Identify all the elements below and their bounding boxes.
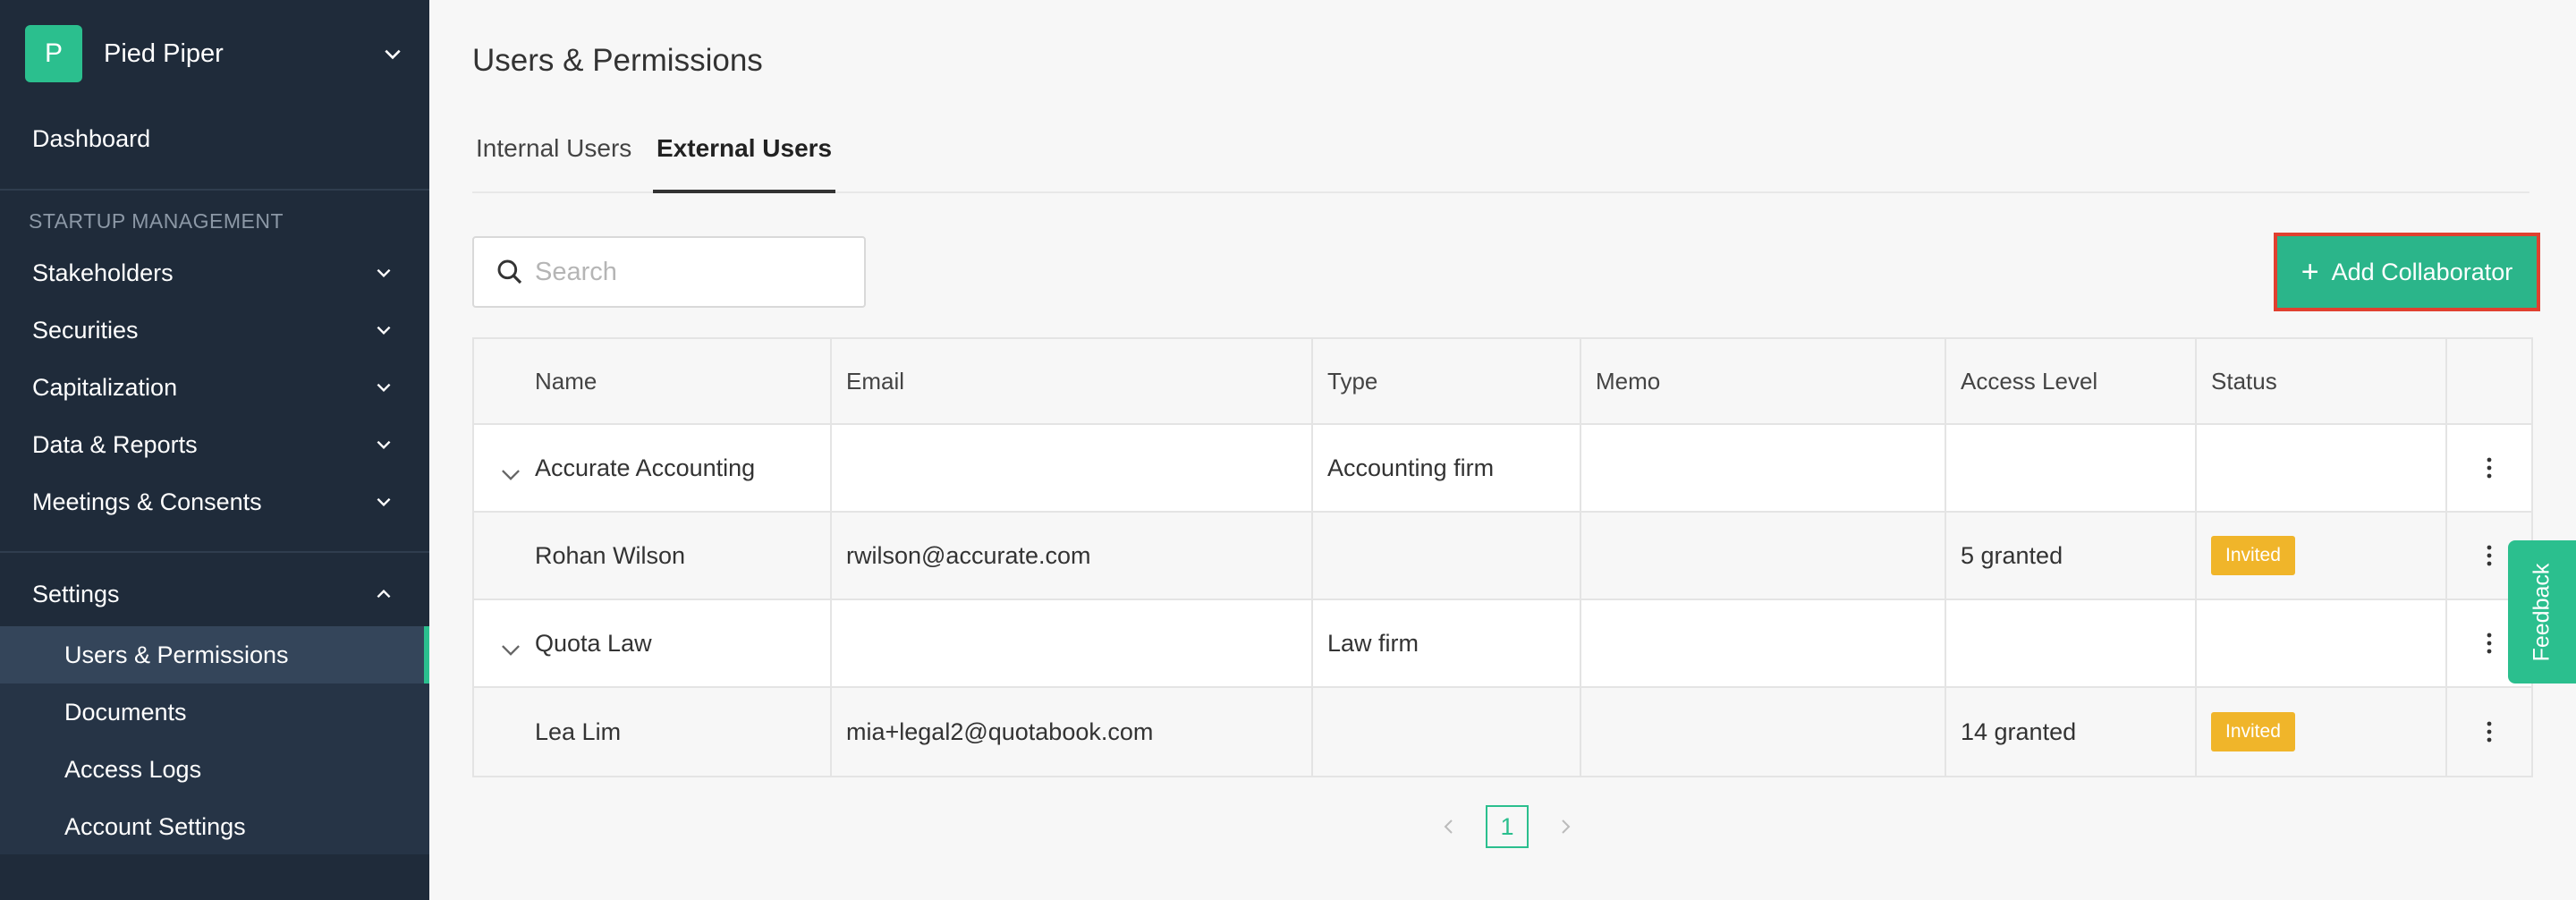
column-header-status[interactable]: Status xyxy=(2197,339,2447,423)
chevron-down-icon xyxy=(370,431,397,458)
page-title: Users & Permissions xyxy=(472,43,763,78)
sidebar-item-label: Account Settings xyxy=(64,812,246,840)
sidebar-item-label: Access Logs xyxy=(64,755,202,783)
table-row[interactable]: Rohan Wilson rwilson@accurate.com 5 gran… xyxy=(474,513,2531,600)
chevron-down-icon xyxy=(370,317,397,344)
add-collaborator-button[interactable]: + Add Collaborator xyxy=(2274,233,2540,311)
cell-memo xyxy=(1581,425,1946,511)
sidebar-item-data-reports[interactable]: Data & Reports xyxy=(0,417,429,472)
sidebar-item-label: Stakeholders xyxy=(32,259,174,286)
sidebar-item-access-logs[interactable]: Access Logs xyxy=(0,741,429,798)
search-box xyxy=(472,236,866,308)
sidebar-item-securities[interactable]: Securities xyxy=(0,302,429,358)
cell-email: rwilson@accurate.com xyxy=(832,513,1313,599)
cell-email xyxy=(832,600,1313,686)
feedback-tab[interactable]: Feedback xyxy=(2508,540,2576,683)
org-avatar: P xyxy=(25,25,82,82)
page-number-current[interactable]: 1 xyxy=(1486,805,1529,848)
column-header-name[interactable]: Name xyxy=(474,339,832,423)
cell-name: Quota Law xyxy=(474,600,832,686)
settings-submenu: Users & Permissions Documents Access Log… xyxy=(0,626,429,854)
search-icon xyxy=(497,259,522,284)
cell-status: Invited xyxy=(2197,513,2447,599)
sidebar-item-users-permissions[interactable]: Users & Permissions xyxy=(0,626,429,683)
sidebar-item-documents[interactable]: Documents xyxy=(0,683,429,741)
sidebar-item-label: Meetings & Consents xyxy=(32,488,262,515)
table-row[interactable]: Accurate Accounting Accounting firm xyxy=(474,425,2531,513)
cell-memo xyxy=(1581,688,1946,776)
sidebar-item-account-settings[interactable]: Account Settings xyxy=(0,798,429,855)
cell-type xyxy=(1313,688,1581,776)
cell-access-level xyxy=(1946,600,2197,686)
more-options-icon[interactable] xyxy=(2447,456,2531,480)
feedback-label: Feedback xyxy=(2529,563,2555,661)
cell-access-level xyxy=(1946,425,2197,511)
sidebar-item-settings[interactable]: Settings xyxy=(0,566,429,622)
sidebar-item-label: Users & Permissions xyxy=(64,641,289,668)
sidebar-item-label: Dashboard xyxy=(32,124,151,152)
main-content: Users & Permissions Internal Users Exter… xyxy=(429,0,2576,900)
cell-status xyxy=(2197,600,2447,686)
sidebar-item-meetings-consents[interactable]: Meetings & Consents xyxy=(0,474,429,530)
sidebar-item-label: Settings xyxy=(32,580,120,607)
chevron-down-icon xyxy=(370,374,397,401)
cell-type xyxy=(1313,513,1581,599)
status-badge: Invited xyxy=(2211,712,2295,751)
cell-email xyxy=(832,425,1313,511)
cell-access-level: 14 granted xyxy=(1946,688,2197,776)
org-switcher[interactable]: P Pied Piper xyxy=(25,25,406,82)
tab-internal-users[interactable]: Internal Users xyxy=(476,134,631,191)
org-name: Pied Piper xyxy=(104,38,224,68)
chevron-right-icon[interactable] xyxy=(1556,818,1574,836)
search-input[interactable] xyxy=(535,257,857,287)
tab-bar: Internal Users External Users xyxy=(472,116,2529,193)
sidebar-item-label: Capitalization xyxy=(32,373,178,401)
column-header-memo[interactable]: Memo xyxy=(1581,339,1946,423)
chevron-down-icon[interactable] xyxy=(379,40,406,67)
plus-icon: + xyxy=(2301,255,2319,289)
column-header-access-level[interactable]: Access Level xyxy=(1946,339,2197,423)
sidebar-item-capitalization[interactable]: Capitalization xyxy=(0,360,429,415)
pagination: 1 xyxy=(1440,804,1574,849)
sidebar-item-label: Documents xyxy=(64,698,187,726)
cell-type: Accounting firm xyxy=(1313,425,1581,511)
cell-memo xyxy=(1581,513,1946,599)
column-header-actions xyxy=(2447,339,2531,423)
chevron-up-icon xyxy=(370,581,397,607)
divider xyxy=(0,551,429,553)
cell-type: Law firm xyxy=(1313,600,1581,686)
row-actions xyxy=(2447,425,2531,511)
cell-name: Accurate Accounting xyxy=(474,425,832,511)
sidebar-item-stakeholders[interactable]: Stakeholders xyxy=(0,245,429,301)
table-header: Name Email Type Memo Access Level Status xyxy=(474,339,2531,425)
cell-name: Rohan Wilson xyxy=(474,513,832,599)
section-title: STARTUP MANAGEMENT xyxy=(29,209,284,233)
chevron-down-icon xyxy=(370,259,397,286)
more-options-icon[interactable] xyxy=(2447,720,2531,743)
table-row[interactable]: Quota Law Law firm xyxy=(474,600,2531,688)
divider xyxy=(0,189,429,191)
sidebar-item-dashboard[interactable]: Dashboard xyxy=(0,111,429,166)
column-header-type[interactable]: Type xyxy=(1313,339,1581,423)
cell-email: mia+legal2@quotabook.com xyxy=(832,688,1313,776)
status-badge: Invited xyxy=(2211,536,2295,575)
table-row[interactable]: Lea Lim mia+legal2@quotabook.com 14 gran… xyxy=(474,688,2531,776)
chevron-left-icon[interactable] xyxy=(1440,818,1458,836)
add-collaborator-label: Add Collaborator xyxy=(2331,258,2513,285)
tab-external-users[interactable]: External Users xyxy=(652,134,836,193)
row-actions xyxy=(2447,688,2531,776)
sidebar-item-label: Data & Reports xyxy=(32,430,198,458)
cell-status xyxy=(2197,425,2447,511)
cell-status: Invited xyxy=(2197,688,2447,776)
sidebar: P Pied Piper Dashboard STARTUP MANAGEMEN… xyxy=(0,0,429,900)
cell-memo xyxy=(1581,600,1946,686)
cell-name: Lea Lim xyxy=(474,688,832,776)
column-header-email[interactable]: Email xyxy=(832,339,1313,423)
users-table: Name Email Type Memo Access Level Status… xyxy=(472,337,2533,777)
cell-access-level: 5 granted xyxy=(1946,513,2197,599)
sidebar-item-label: Securities xyxy=(32,316,139,344)
chevron-down-icon xyxy=(370,488,397,515)
